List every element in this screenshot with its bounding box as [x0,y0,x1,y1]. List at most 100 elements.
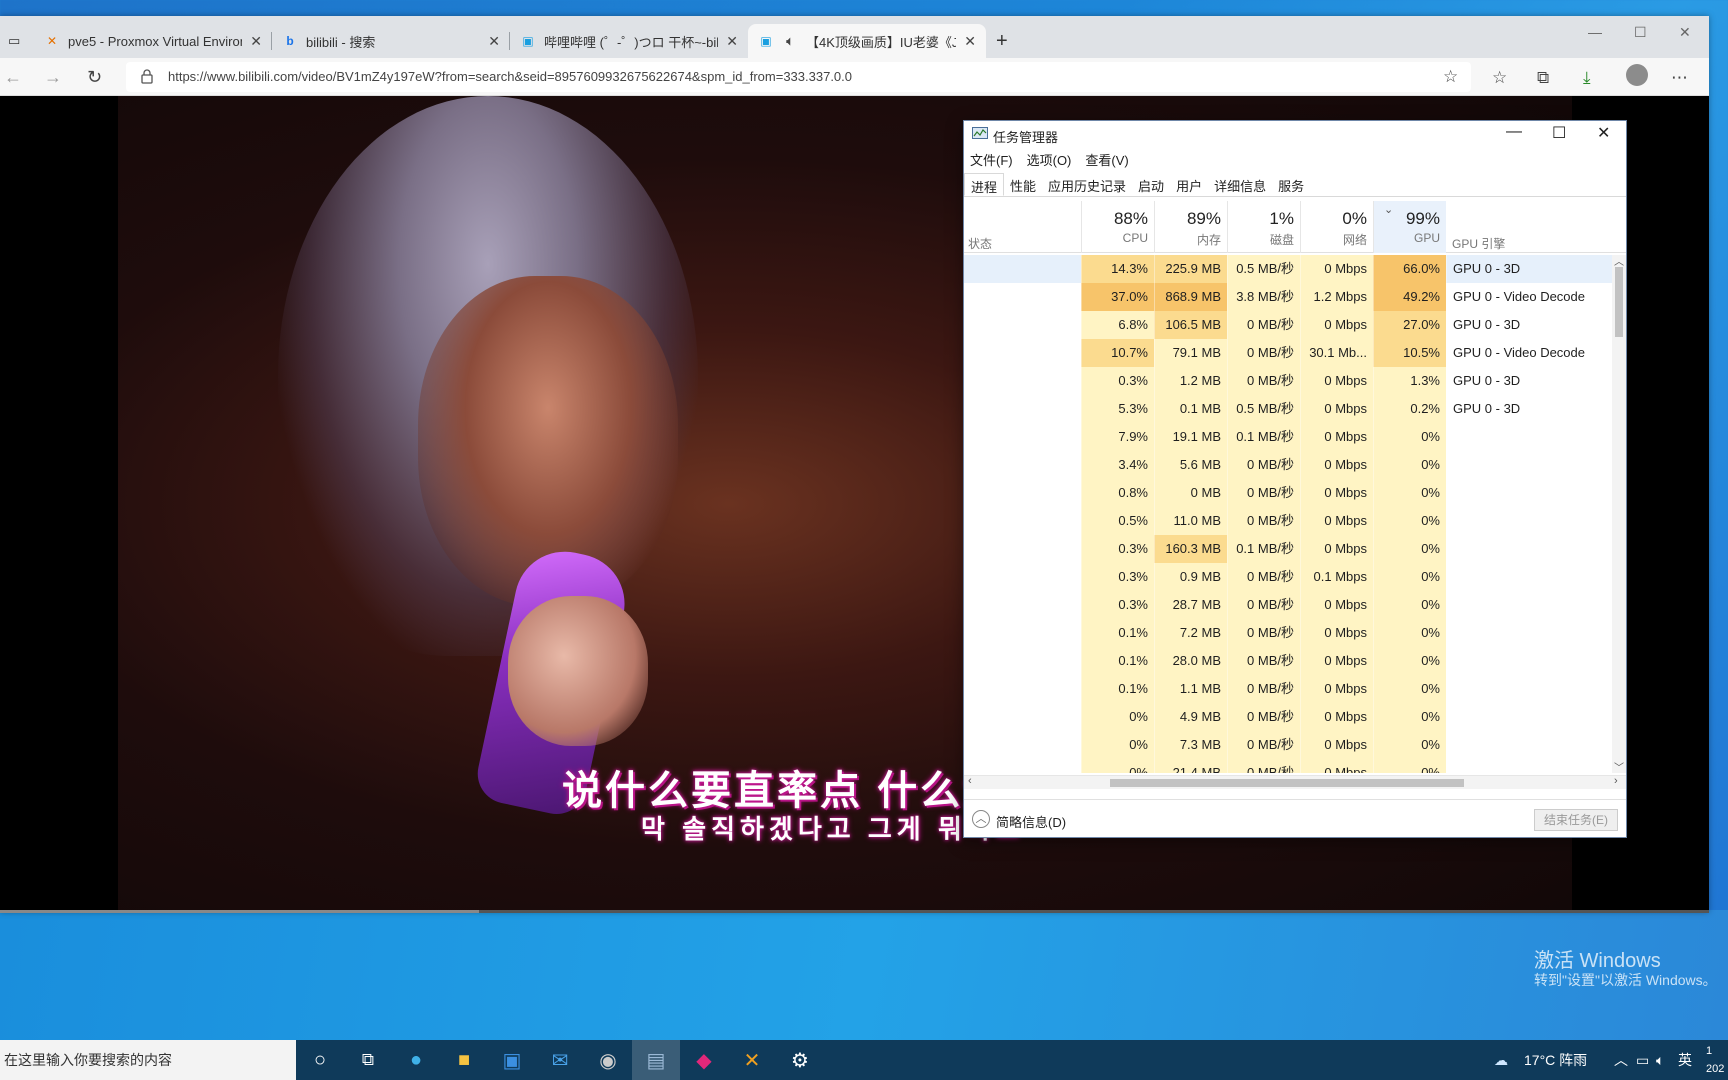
table-row[interactable]: 0.1% 7.2 MB 0 MB/秒 0 Mbps 0% [964,619,1612,647]
favorites-icon[interactable]: ☆ [1492,68,1507,88]
vertical-scrollbar[interactable]: ︿ ﹀ [1612,253,1626,774]
task-view-icon[interactable]: ⧉ [344,1040,392,1080]
horizontal-scrollbar[interactable]: ‹ › [964,775,1626,789]
close-icon[interactable]: ✕ [964,33,976,50]
process-list[interactable]: 14.3% 225.9 MB 0.5 MB/秒 0 Mbps 66.0% GPU 0 - … [964,255,1612,773]
collections-icon[interactable]: ⧉ [1537,68,1549,88]
mail-icon[interactable]: ✉ [536,1040,584,1080]
column-cpu[interactable]: 88% CPU [1081,201,1154,253]
back-icon[interactable]: ← [4,67,22,88]
new-tab-button[interactable]: + [986,24,1026,58]
table-row[interactable]: 0.1% 1.1 MB 0 MB/秒 0 Mbps 0% [964,675,1612,703]
table-row[interactable]: 5.3% 0.1 MB 0.5 MB/秒 0 Mbps 0.2% GPU 0 - 3D [964,395,1612,423]
table-row[interactable]: 0% 4.9 MB 0 MB/秒 0 Mbps 0% [964,703,1612,731]
column-network[interactable]: 0% 网络 [1300,201,1373,253]
minimize-icon[interactable]: — [1506,123,1522,141]
file-explorer-icon[interactable]: ■ [440,1040,488,1080]
speaker-icon[interactable]: 🔈︎ [782,33,798,49]
store-icon[interactable]: ▣ [488,1040,536,1080]
weather-text[interactable]: 17°C 阵雨 [1524,1040,1587,1080]
table-row[interactable]: 10.7% 79.1 MB 0 MB/秒 30.1 Mb... 10.5% GPU 0 -… [964,339,1612,367]
refresh-icon[interactable]: ↻ [87,67,102,88]
column-memory[interactable]: 89% 内存 [1154,201,1227,253]
vertical-scroll-thumb[interactable] [1615,267,1623,337]
column-status[interactable]: 状态 [968,235,992,252]
table-row[interactable]: 3.4% 5.6 MB 0 MB/秒 0 Mbps 0% [964,451,1612,479]
network-icon[interactable]: ▭ [1636,1040,1649,1080]
tab-app-history[interactable]: 应用历史记录 [1042,173,1132,196]
edge-icon[interactable]: ● [392,1040,440,1080]
chevron-up-icon[interactable]: ︿ [1614,1040,1628,1080]
menu-options[interactable]: 选项(O) [1027,150,1072,169]
proxmox-app-icon[interactable]: ✕ [728,1040,776,1080]
tab-services[interactable]: 服务 [1272,173,1310,196]
horizontal-scroll-thumb[interactable] [1110,779,1464,787]
chevron-up-icon[interactable]: ︿ [972,810,990,828]
table-row[interactable]: 0.8% 0 MB 0 MB/秒 0 Mbps 0% [964,479,1612,507]
table-row[interactable]: 14.3% 225.9 MB 0.5 MB/秒 0 Mbps 66.0% GPU 0 - … [964,255,1612,283]
bilibili-app-icon[interactable]: ◆ [680,1040,728,1080]
table-row[interactable]: 7.9% 19.1 MB 0.1 MB/秒 0 Mbps 0% [964,423,1612,451]
settings-icon[interactable]: ⚙ [776,1040,824,1080]
tab-users[interactable]: 用户 [1170,173,1208,196]
menu-file[interactable]: 文件(F) [970,150,1013,169]
url-field[interactable]: https://www.bilibili.com/video/BV1mZ4y19… [126,62,1471,92]
cell-network: 0 Mbps [1300,423,1373,451]
close-icon[interactable]: ✕ [726,33,738,50]
cell-gpu-engine [1446,591,1612,619]
weather-icon[interactable]: ☁ [1494,1040,1508,1080]
table-row[interactable]: 0.3% 1.2 MB 0 MB/秒 0 Mbps 1.3% GPU 0 - 3D [964,367,1612,395]
scroll-left-icon[interactable]: ‹ [968,775,972,787]
cell-cpu: 0% [1081,731,1154,759]
end-task-button[interactable]: 结束任务(E) [1534,809,1618,831]
table-row[interactable]: 0% 21.4 MB 0 MB/秒 0 Mbps 0% [964,759,1612,773]
ime-indicator[interactable]: 英 [1678,1040,1692,1080]
column-gpu-engine[interactable]: GPU 引擎 [1452,235,1505,252]
address-bar: ← → ↻ https://www.bilibili.com/video/BV1… [0,58,1709,96]
table-row[interactable]: 0.3% 28.7 MB 0 MB/秒 0 Mbps 0% [964,591,1612,619]
close-icon[interactable]: ✕ [250,33,262,50]
tab-bilibili-video[interactable]: ▣ 🔈︎ 【4K顶级画质】IU老婆《Ja ✕ [748,24,986,58]
tab-proxmox[interactable]: ✕ pve5 - Proxmox Virtual Environm ✕ [34,24,272,58]
forward-icon[interactable]: → [44,67,62,88]
maximize-icon[interactable]: ☐ [1552,123,1566,143]
add-favorite-icon[interactable]: ☆ [1443,67,1458,87]
menu-view[interactable]: 查看(V) [1085,150,1128,169]
table-row[interactable]: 0.5% 11.0 MB 0 MB/秒 0 Mbps 0% [964,507,1612,535]
video-progress-bar[interactable] [0,910,1709,913]
table-row[interactable]: 37.0% 868.9 MB 3.8 MB/秒 1.2 Mbps 49.2% GPU 0 … [964,283,1612,311]
downloads-icon[interactable]: ⤓ [1583,68,1591,88]
volume-icon[interactable]: 🔈︎ [1656,1040,1664,1080]
tab-details[interactable]: 详细信息 [1208,173,1272,196]
scroll-down-icon[interactable]: ﹀ [1614,759,1624,774]
close-window-icon[interactable]: ✕ [1679,24,1691,41]
cortana-icon[interactable]: ○ [296,1040,344,1080]
tab-bing-search[interactable]: b bilibili - 搜索 ✕ [272,24,510,58]
obs-icon[interactable]: ◉ [584,1040,632,1080]
table-row[interactable]: 0% 7.3 MB 0 MB/秒 0 Mbps 0% [964,731,1612,759]
maximize-icon[interactable]: ☐ [1634,24,1647,41]
taskbar-search-box[interactable]: 在这里输入你要搜索的内容 [0,1040,296,1080]
table-row[interactable]: 6.8% 106.5 MB 0 MB/秒 0 Mbps 27.0% GPU 0 - 3D [964,311,1612,339]
tab-bilibili-home[interactable]: ▣ 哔哩哔哩 (゜-゜)つロ 干杯~-bilil ✕ [510,24,748,58]
tab-actions-icon[interactable]: ▭ [0,24,34,58]
table-row[interactable]: 0.3% 0.9 MB 0 MB/秒 0.1 Mbps 0% [964,563,1612,591]
close-icon[interactable]: ✕ [1597,123,1610,143]
clock-date[interactable]: 202 [1706,1049,1724,1080]
tab-startup[interactable]: 启动 [1132,173,1170,196]
task-manager-titlebar[interactable]: 任务管理器 — ☐ ✕ [964,121,1626,147]
table-row[interactable]: 0.1% 28.0 MB 0 MB/秒 0 Mbps 0% [964,647,1612,675]
table-row[interactable]: 0.3% 160.3 MB 0.1 MB/秒 0 Mbps 0% [964,535,1612,563]
tab-processes[interactable]: 进程 [964,173,1005,196]
minimize-icon[interactable]: — [1588,24,1602,40]
tab-performance[interactable]: 性能 [1004,173,1042,196]
profile-avatar[interactable] [1626,64,1648,86]
close-icon[interactable]: ✕ [488,33,500,50]
fewer-details-button[interactable]: 简略信息(D) [996,812,1066,831]
scroll-right-icon[interactable]: › [1614,775,1618,787]
task-manager-taskbar-icon[interactable]: ▤ [632,1040,680,1080]
more-icon[interactable]: ⋯ [1671,68,1688,88]
scroll-up-icon[interactable]: ︿ [1614,253,1624,268]
window-title: 任务管理器 [993,130,1059,145]
column-disk[interactable]: 1% 磁盘 [1227,201,1300,253]
